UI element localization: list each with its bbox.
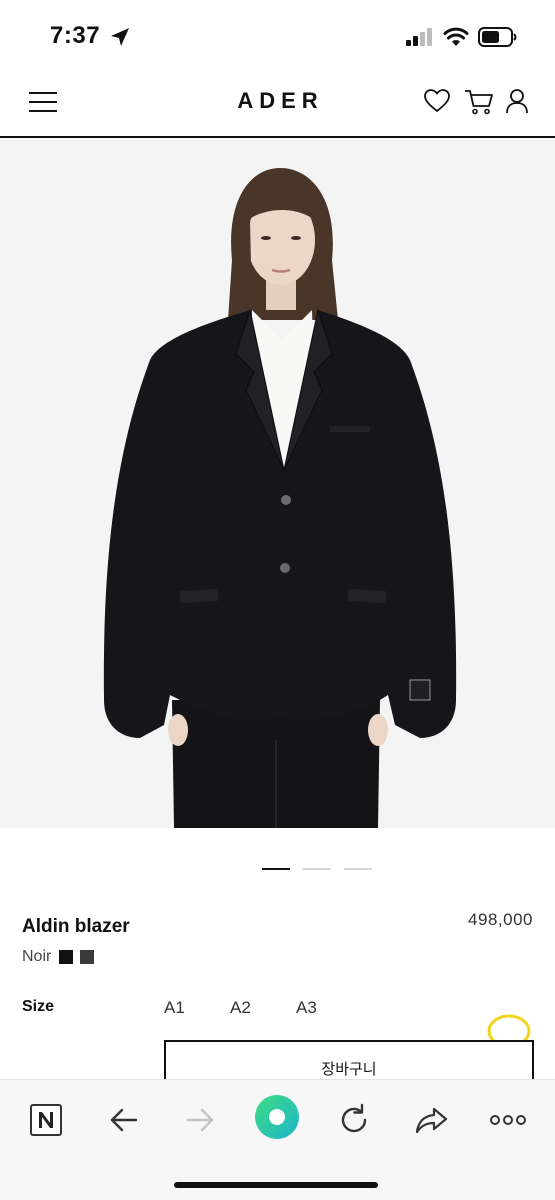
image-carousel-indicator[interactable] — [262, 868, 374, 872]
color-swatch-noir[interactable] — [59, 950, 74, 964]
cellular-signal-icon — [406, 28, 432, 46]
product-price: 498,000 — [468, 910, 533, 929]
size-option-a2[interactable]: A2 — [230, 998, 251, 1018]
carousel-dot[interactable] — [303, 868, 331, 870]
shopping-cart-icon[interactable] — [464, 88, 494, 116]
account-user-icon[interactable] — [505, 88, 529, 114]
color-swatch-charcoal[interactable] — [80, 950, 95, 964]
size-option-a1[interactable]: A1 — [164, 998, 185, 1018]
back-arrow-icon[interactable] — [104, 1100, 144, 1140]
product-image[interactable] — [0, 140, 555, 828]
naver-green-dot-icon[interactable] — [254, 1094, 300, 1140]
refresh-icon[interactable] — [334, 1100, 374, 1140]
size-option-a3[interactable]: A3 — [296, 998, 317, 1018]
location-arrow-icon — [111, 28, 129, 46]
model-wearing-blazer-image — [0, 140, 555, 828]
size-label: Size — [22, 998, 55, 1015]
more-options-icon[interactable] — [488, 1100, 528, 1140]
color-selector: Noir — [22, 946, 101, 968]
site-header: ADER — [0, 70, 555, 138]
naver-n-icon[interactable] — [26, 1100, 66, 1140]
product-name: Aldin blazer — [22, 916, 130, 937]
share-arrow-icon[interactable] — [412, 1100, 452, 1140]
wifi-icon — [443, 27, 469, 46]
carousel-dot[interactable] — [344, 868, 372, 870]
status-bar: 7:37 — [0, 0, 555, 70]
battery-icon — [478, 27, 517, 47]
color-label: Noir — [22, 948, 52, 965]
home-indicator — [174, 1182, 378, 1188]
status-time: 7:37 — [50, 22, 101, 49]
wishlist-heart-icon[interactable] — [423, 88, 451, 114]
forward-arrow-icon[interactable] — [180, 1100, 220, 1140]
carousel-dot[interactable] — [262, 868, 290, 870]
